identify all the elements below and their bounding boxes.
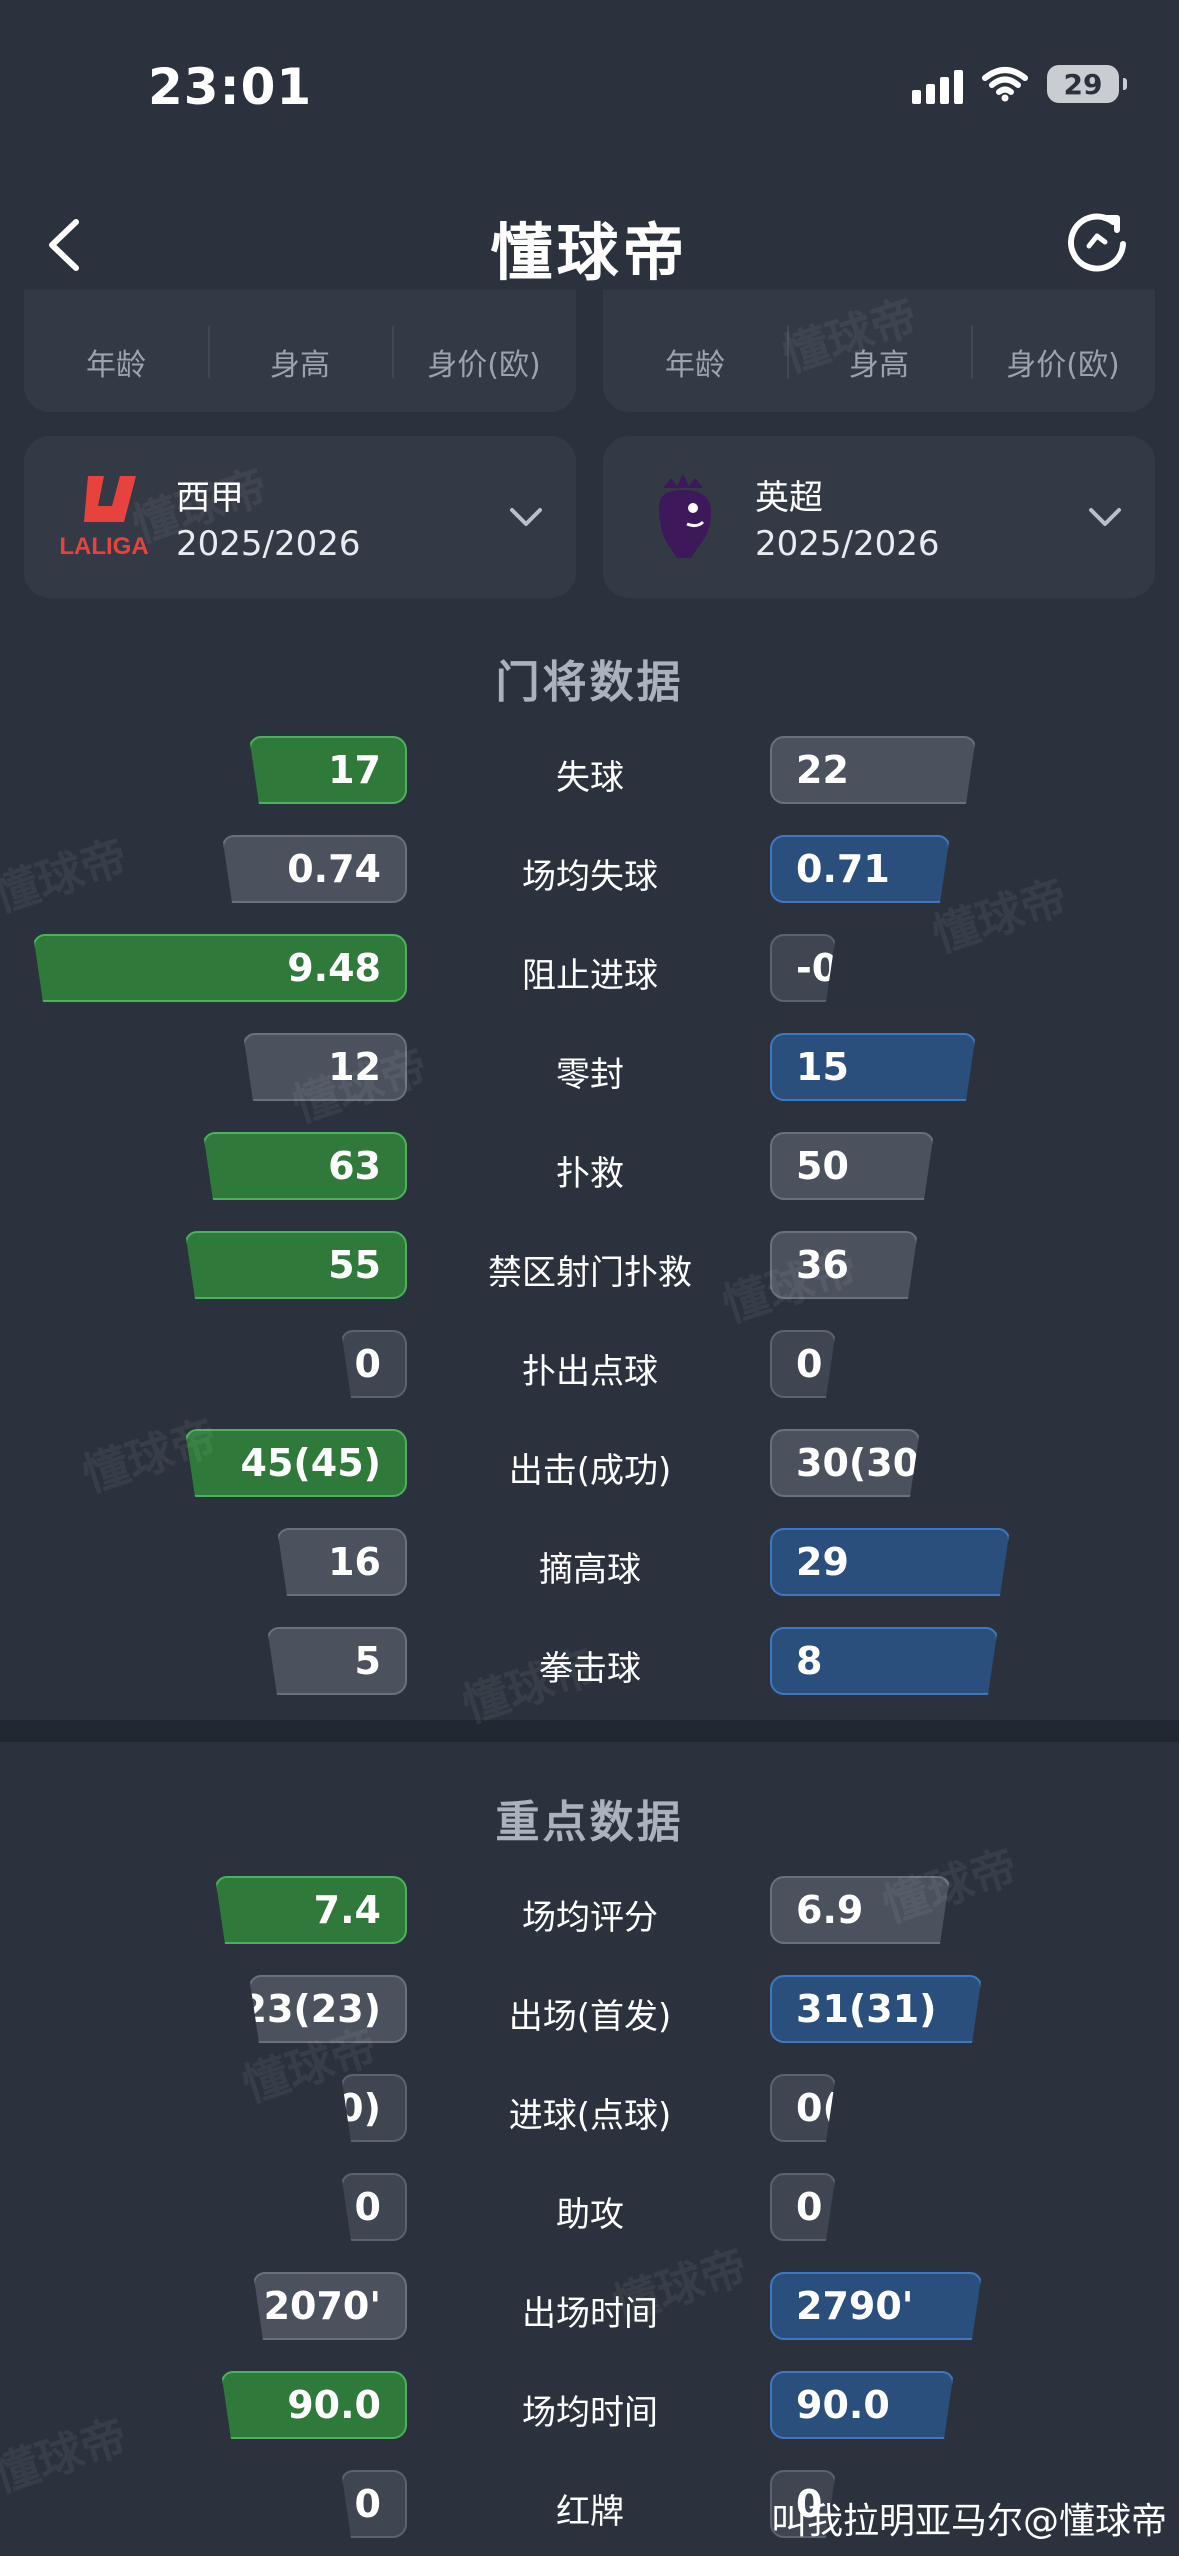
stat-left-value: 0.74: [222, 835, 407, 903]
stat-row: 90.0 场均时间 90.0: [0, 2371, 1179, 2445]
stat-right-value: 31(31): [770, 1975, 982, 2043]
stat-row: 9.48 阻止进球 -0.95: [0, 934, 1179, 1008]
stat-label: 出场(首发): [508, 1997, 672, 2037]
stat-label: 失球: [556, 758, 624, 798]
status-bar: 23:01 29: [0, 0, 1179, 170]
stat-right-value: 0.71: [770, 835, 950, 903]
stat-label: 阻止进球: [522, 956, 658, 996]
stat-left-value: 9.48: [33, 934, 407, 1002]
stat-label: 场均失球: [522, 857, 658, 897]
stat-left-value: 0(0): [341, 2074, 407, 2142]
battery-indicator: 29: [1047, 65, 1127, 103]
age-label: 年龄: [665, 348, 725, 383]
stat-right-value: 0: [770, 2173, 836, 2241]
league-season: 2025/2026: [755, 524, 940, 564]
league-season: 2025/2026: [176, 524, 361, 564]
key-section-title: 重点数据: [495, 1797, 684, 1848]
age-label: 年龄: [86, 348, 146, 383]
chevron-down-icon[interactable]: [502, 492, 550, 540]
stat-left-value: 0: [341, 1330, 407, 1398]
stat-right-value: 90.0: [770, 2371, 954, 2439]
stat-row: 5 拳击球 8: [0, 1627, 1179, 1701]
stat-left-value: 5: [267, 1627, 407, 1695]
stat-label: 摘高球: [539, 1550, 641, 1590]
stat-label: 出场时间: [522, 2294, 658, 2334]
cellular-signal-icon: [912, 64, 963, 104]
value-label: 身价(欧): [971, 326, 1155, 384]
stat-right-value: 2790': [770, 2272, 982, 2340]
stat-label: 扑救: [556, 1154, 624, 1194]
stat-right-value: 15: [770, 1033, 976, 1101]
laliga-logo-text: LALIGA: [59, 533, 148, 560]
stat-right-value: 30(30): [770, 1429, 920, 1497]
stat-label: 进球(点球): [508, 2096, 672, 2136]
laliga-logo-icon: LALIGA: [59, 476, 149, 560]
stat-label: 场均评分: [522, 1898, 658, 1938]
status-icons: 29: [912, 64, 1127, 104]
stat-row: 2070' 出场时间 2790': [0, 2272, 1179, 2346]
stat-left-value: 45(45): [185, 1429, 407, 1497]
stat-right-value: 6.9: [770, 1876, 950, 1944]
stat-row: 23(23) 出场(首发) 31(31): [0, 1975, 1179, 2049]
app-title: 懂球帝: [490, 216, 689, 289]
stat-left-value: 0: [341, 2470, 407, 2538]
stat-right-value: 22: [770, 736, 976, 804]
stat-row: 0 助攻 0: [0, 2173, 1179, 2247]
stat-right-value: 0(0): [770, 2074, 836, 2142]
height-label: 身高: [787, 326, 971, 384]
premier-league-lion-icon: [659, 474, 711, 558]
chevron-down-icon[interactable]: [1081, 492, 1129, 540]
league-name: 西甲: [176, 478, 244, 518]
stat-row: 0(0) 进球(点球) 0(0): [0, 2074, 1179, 2148]
stat-row: 63 扑救 50: [0, 1132, 1179, 1206]
section-divider: [0, 1720, 1179, 1742]
stat-label: 拳击球: [539, 1649, 641, 1689]
league-name: 英超: [755, 478, 823, 518]
stat-row: 0.74 场均失球 0.71: [0, 835, 1179, 909]
stat-left-value: 63: [203, 1132, 407, 1200]
stat-right-value: 8: [770, 1627, 998, 1695]
league-selector-left[interactable]: LALIGA 西甲 2025/2026: [24, 436, 576, 598]
stat-left-value: 23(23): [249, 1975, 407, 2043]
stat-label: 助攻: [556, 2195, 624, 2235]
stat-row: 45(45) 出击(成功) 30(30): [0, 1429, 1179, 1503]
stat-label: 出击(成功): [508, 1451, 672, 1491]
stat-row: 17 失球 22: [0, 736, 1179, 810]
stat-left-value: 16: [277, 1528, 407, 1596]
stat-right-value: 0: [770, 1330, 836, 1398]
player-info-card-left: 年龄 身高 身价(欧): [24, 290, 576, 412]
stat-label: 红牌: [556, 2492, 624, 2532]
stat-left-value: 0: [341, 2173, 407, 2241]
stat-left-value: 90.0: [221, 2371, 407, 2439]
footer-caption: 叫我拉明亚马尔@懂球帝: [770, 2501, 1167, 2542]
stat-label: 零封: [556, 1055, 624, 1095]
goalkeeper-section-title: 门将数据: [495, 657, 684, 708]
wifi-icon: [982, 67, 1028, 102]
stat-label: 禁区射门扑救: [488, 1253, 692, 1293]
stat-row: 12 零封 15: [0, 1033, 1179, 1107]
stat-label: 场均时间: [522, 2393, 658, 2433]
stat-right-value: -0.95: [770, 934, 836, 1002]
stat-label: 扑出点球: [522, 1352, 658, 1392]
status-time: 23:01: [148, 58, 313, 116]
refresh-icon[interactable]: [1059, 204, 1135, 280]
stat-row: 7.4 场均评分 6.9: [0, 1876, 1179, 1950]
stat-left-value: 2070': [253, 2272, 407, 2340]
stat-row: 55 禁区射门扑救 36: [0, 1231, 1179, 1305]
stat-row: 0 扑出点球 0: [0, 1330, 1179, 1404]
stat-left-value: 17: [249, 736, 407, 804]
league-selector-right[interactable]: 英超 2025/2026: [603, 436, 1155, 598]
stat-row: 16 摘高球 29: [0, 1528, 1179, 1602]
stat-right-value: 36: [770, 1231, 918, 1299]
stat-left-value: 12: [243, 1033, 407, 1101]
height-label: 身高: [208, 326, 392, 384]
player-info-card-right: 年龄 身高 身价(欧): [603, 290, 1155, 412]
stat-left-value: 55: [185, 1231, 407, 1299]
stat-right-value: 29: [770, 1528, 1010, 1596]
stat-right-value: 50: [770, 1132, 934, 1200]
stat-left-value: 7.4: [215, 1876, 407, 1944]
value-label: 身价(欧): [392, 326, 576, 384]
